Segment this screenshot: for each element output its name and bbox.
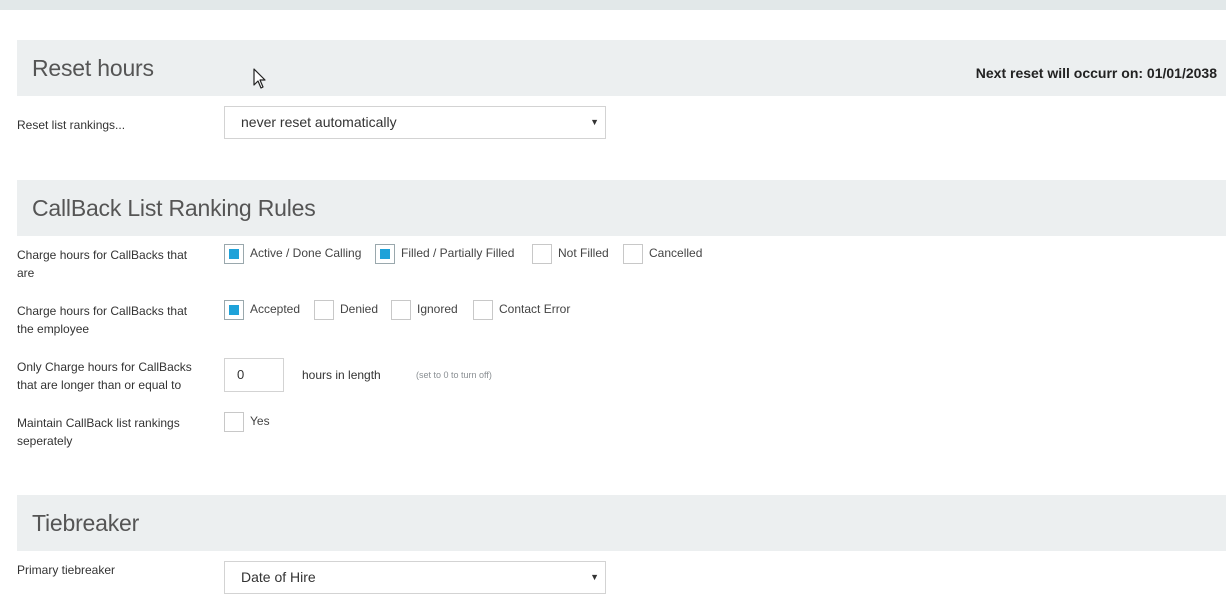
charge-are-label: Charge hours for CallBacks that are (17, 248, 188, 280)
checkbox[interactable] (391, 300, 411, 320)
checkbox[interactable] (224, 300, 244, 320)
tiebreaker-header: Tiebreaker (17, 495, 1226, 551)
separate-rankings-label: Maintain CallBack list rankings seperate… (17, 416, 180, 448)
option-label: Not Filled (558, 246, 609, 260)
checkbox[interactable] (224, 244, 244, 264)
chevron-down-icon: ▼ (590, 117, 599, 127)
option-label: Cancelled (649, 246, 703, 260)
checkbox[interactable] (224, 412, 244, 432)
mouse-pointer-icon (253, 68, 266, 89)
primary-tiebreaker-select[interactable]: Date of Hire ▼ (224, 561, 606, 594)
checkbox[interactable] (532, 244, 552, 264)
primary-tiebreaker-value: Date of Hire (241, 569, 316, 585)
option-label: Filled / Partially Filled (401, 246, 515, 260)
ranking-rules-header: CallBack List Ranking Rules (17, 180, 1226, 236)
checkbox[interactable] (314, 300, 334, 320)
min-length-hint: (set to 0 to turn off) (416, 370, 492, 380)
reset-hours-title: Reset hours (32, 55, 154, 81)
tiebreaker-title: Tiebreaker (32, 510, 140, 536)
option-label: Denied (340, 302, 379, 316)
chevron-down-icon: ▼ (590, 572, 599, 582)
reset-list-rankings-label: Reset list rankings... (17, 118, 126, 132)
top-bar (0, 0, 1226, 10)
reset-list-rankings-value: never reset automatically (241, 114, 397, 130)
option-label: Ignored (417, 302, 458, 316)
checkbox[interactable] (473, 300, 493, 320)
min-length-label: Only Charge hours for CallBacks that are… (17, 360, 192, 392)
option-label: Active / Done Calling (250, 246, 362, 260)
reset-hours-header: Reset hours Next reset will occurr on: 0… (17, 40, 1226, 96)
ranking-rules-title: CallBack List Ranking Rules (32, 195, 316, 221)
primary-tiebreaker-label: Primary tiebreaker (17, 563, 116, 577)
option-label: Accepted (250, 302, 301, 316)
charge-employee-label: Charge hours for CallBacks that the empl… (17, 304, 188, 336)
option-label: Yes (250, 414, 270, 428)
checkbox[interactable] (623, 244, 643, 264)
next-reset-text: Next reset will occurr on: 01/01/2038 (975, 65, 1217, 81)
min-length-input[interactable]: 0 (224, 358, 284, 392)
reset-list-rankings-select[interactable]: never reset automatically ▼ (224, 106, 606, 139)
min-length-unit: hours in length (302, 368, 381, 382)
option-label: Contact Error (499, 302, 571, 316)
checkbox[interactable] (375, 244, 395, 264)
